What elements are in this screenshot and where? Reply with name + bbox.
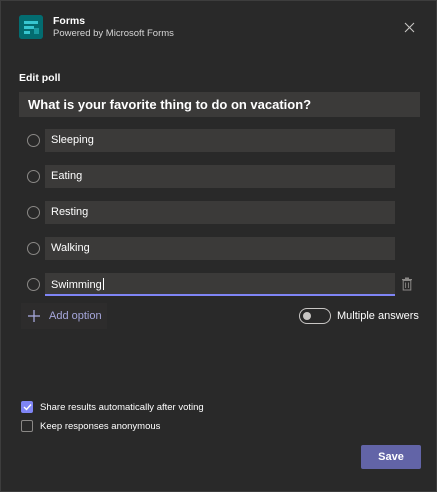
option-row: Walking xyxy=(19,237,420,260)
option-radio xyxy=(27,134,40,147)
share-results-setting: Share results automatically after voting xyxy=(21,400,204,414)
option-input[interactable]: Eating xyxy=(45,165,395,188)
add-option-label: Add option xyxy=(49,310,102,322)
checkmark-icon xyxy=(23,404,32,411)
multiple-answers-toggle[interactable] xyxy=(299,308,331,324)
multiple-answers-setting: Multiple answers xyxy=(299,307,419,325)
app-name: Forms xyxy=(53,15,86,27)
app-subtitle: Powered by Microsoft Forms xyxy=(53,28,174,39)
section-title: Edit poll xyxy=(19,72,61,84)
option-input[interactable]: Resting xyxy=(45,201,395,224)
option-radio xyxy=(27,170,40,183)
add-option-button[interactable]: Add option xyxy=(21,303,107,329)
option-row: Resting xyxy=(19,201,420,224)
close-button[interactable] xyxy=(399,17,419,37)
text-caret xyxy=(102,278,104,290)
question-input[interactable]: What is your favorite thing to do on vac… xyxy=(19,92,420,117)
share-results-label: Share results automatically after voting xyxy=(40,401,204,413)
option-radio xyxy=(27,278,40,291)
close-icon xyxy=(404,22,414,32)
anonymous-label: Keep responses anonymous xyxy=(40,420,161,432)
option-row: Eating xyxy=(19,165,420,188)
delete-option-button[interactable] xyxy=(401,277,415,293)
multiple-answers-label: Multiple answers xyxy=(337,310,419,322)
option-radio xyxy=(27,206,40,219)
option-input-active[interactable]: Swimming xyxy=(45,273,395,296)
edit-poll-dialog: Forms Powered by Microsoft Forms Edit po… xyxy=(0,0,437,492)
anonymous-setting: Keep responses anonymous xyxy=(21,419,160,433)
option-radio xyxy=(27,242,40,255)
share-results-checkbox[interactable] xyxy=(21,401,33,413)
anonymous-checkbox[interactable] xyxy=(21,420,33,432)
trash-icon xyxy=(402,277,412,291)
option-row: Swimming xyxy=(19,273,420,296)
save-button[interactable]: Save xyxy=(361,445,421,469)
toggle-knob xyxy=(303,312,311,320)
option-input-text: Swimming xyxy=(51,279,102,291)
option-row: Sleeping xyxy=(19,129,420,152)
plus-icon xyxy=(28,310,40,322)
dialog-header: Forms Powered by Microsoft Forms xyxy=(19,13,421,45)
option-input[interactable]: Walking xyxy=(45,237,395,260)
option-input[interactable]: Sleeping xyxy=(45,129,395,152)
forms-app-icon xyxy=(19,15,43,39)
